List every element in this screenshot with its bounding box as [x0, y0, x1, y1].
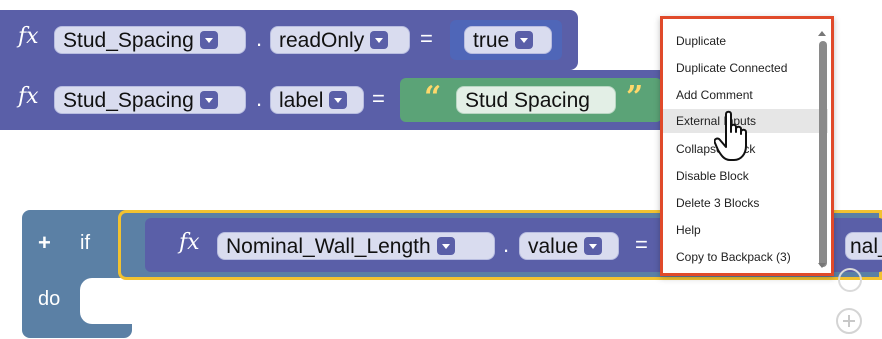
property-label: readOnly	[279, 29, 365, 52]
menu-item-duplicate-connected[interactable]: Duplicate Connected	[676, 61, 787, 75]
equals-operator: =	[420, 26, 433, 51]
dot-operator: .	[503, 232, 510, 257]
variable-label: Nominal_Wall_Length	[226, 235, 431, 258]
dot-operator: .	[256, 26, 263, 51]
fx-icon: fx	[179, 230, 200, 255]
variable-label: Stud_Spacing	[63, 29, 194, 52]
menu-item-disable-block[interactable]: Disable Block	[676, 169, 749, 183]
if-block[interactable]: + if do	[22, 210, 132, 338]
dot-operator: .	[256, 86, 263, 111]
variable-label: Stud_Spacing	[63, 89, 194, 112]
menu-item-duplicate[interactable]: Duplicate	[676, 34, 726, 48]
readonly-setter-block[interactable]: fx Stud_Spacing . readOnly = true	[0, 10, 578, 70]
fx-icon: fx	[18, 84, 39, 109]
crosshair-icon[interactable]	[838, 268, 862, 292]
chevron-down-icon	[584, 237, 603, 255]
property-dropdown[interactable]: readOnly	[270, 26, 410, 54]
fx-icon: fx	[18, 24, 39, 49]
chevron-down-icon	[329, 91, 348, 109]
plus-icon[interactable]: +	[38, 230, 51, 256]
property-dropdown[interactable]: label	[270, 86, 364, 114]
right-operand-value: nal_W	[850, 235, 882, 258]
boolean-block[interactable]: true	[450, 20, 562, 60]
label-setter-block[interactable]: fx Stud_Spacing . label = “ Stud Spacing…	[0, 70, 672, 130]
chevron-down-icon	[515, 31, 534, 49]
boolean-value: true	[473, 29, 510, 52]
text-block[interactable]: “ Stud Spacing ”	[400, 78, 662, 122]
if-label: if	[80, 232, 90, 254]
chevron-down-icon	[199, 91, 218, 109]
menu-item-help[interactable]: Help	[676, 223, 701, 237]
right-operand-field[interactable]: nal_W	[845, 232, 882, 260]
text-value: Stud Spacing	[465, 89, 590, 112]
menu-item-copy-to-backpack[interactable]: Copy to Backpack (3)	[676, 250, 791, 264]
menu-item-add-comment[interactable]: Add Comment	[676, 88, 753, 102]
variable-dropdown[interactable]: Stud_Spacing	[54, 26, 246, 54]
do-slot	[80, 278, 132, 324]
do-label: do	[38, 288, 61, 310]
zoom-in-icon[interactable]	[836, 308, 862, 334]
open-quote-icon: “	[424, 80, 442, 115]
property-dropdown[interactable]: value	[519, 232, 619, 260]
chevron-down-icon	[436, 237, 455, 255]
chevron-down-icon	[199, 31, 218, 49]
chevron-down-icon	[370, 31, 389, 49]
hand-pointer-icon	[714, 110, 747, 161]
variable-dropdown[interactable]: Nominal_Wall_Length	[217, 232, 495, 260]
menu-item-delete-blocks[interactable]: Delete 3 Blocks	[676, 196, 759, 210]
scroll-up-arrow-icon[interactable]	[818, 31, 826, 36]
variable-dropdown[interactable]: Stud_Spacing	[54, 86, 246, 114]
property-label: value	[528, 235, 579, 258]
menu-scrollbar[interactable]	[819, 41, 827, 267]
equals-operator: =	[372, 86, 385, 111]
boolean-dropdown[interactable]: true	[464, 26, 552, 54]
text-value-field[interactable]: Stud Spacing	[456, 86, 616, 114]
close-quote-icon: ”	[626, 80, 644, 115]
property-label: label	[279, 89, 324, 112]
equals-operator: =	[635, 232, 648, 257]
scroll-down-arrow-icon[interactable]	[818, 263, 826, 268]
